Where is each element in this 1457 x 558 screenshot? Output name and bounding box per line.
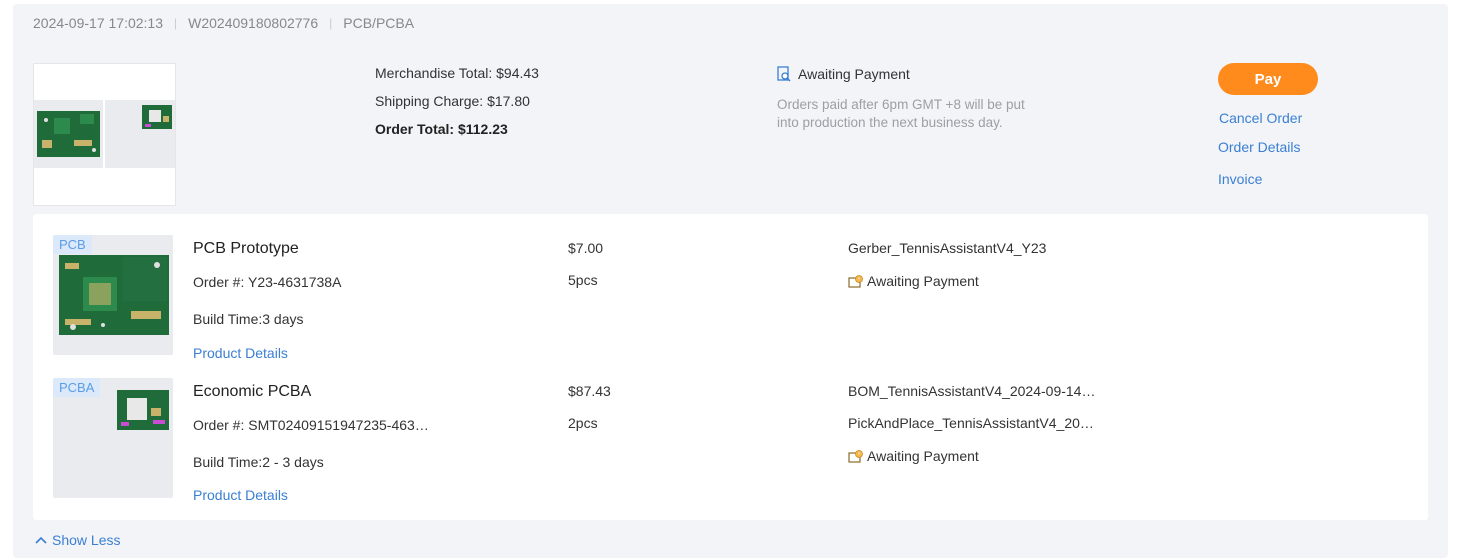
order-status-label: Awaiting Payment <box>798 66 910 82</box>
order-total: Order Total: $112.23 <box>375 121 508 137</box>
order-category: PCB/PCBA <box>343 15 415 31</box>
production-note: Orders paid after 6pm GMT +8 will be put… <box>777 97 1025 130</box>
chevron-up-icon <box>35 536 47 544</box>
item-status: Awaiting Payment <box>848 273 979 289</box>
item-type-tag: PCB <box>53 235 92 254</box>
order-meta: 2024-09-17 17:02:13 | W202409180802776 |… <box>33 15 414 31</box>
order-status-area: Awaiting Payment Orders paid after 6pm G… <box>777 66 1047 132</box>
order-thumbnail[interactable] <box>33 63 176 206</box>
item-price: $87.43 <box>568 383 611 399</box>
item-name: PCB Prototype <box>193 240 299 257</box>
item-order-number: Order #: SMT02409151947235-463… <box>193 417 429 433</box>
item-name: Economic PCBA <box>193 383 312 400</box>
item-file[interactable]: Gerber_TennisAssistantV4_Y23 <box>848 240 1098 256</box>
product-details-link[interactable]: Product Details <box>193 487 288 503</box>
show-less-label: Show Less <box>52 532 121 548</box>
item-file[interactable]: PickAndPlace_TennisAssistantV4_20… <box>848 415 1108 431</box>
meta-separator: | <box>174 16 178 30</box>
item-price: $7.00 <box>568 240 604 256</box>
item-image[interactable]: PCB <box>53 235 173 355</box>
shipping-charge: Shipping Charge: $17.80 <box>375 93 530 109</box>
wallet-clock-icon <box>848 274 863 288</box>
order-card: 2024-09-17 17:02:13 | W202409180802776 |… <box>13 4 1448 558</box>
order-id: W202409180802776 <box>188 15 319 31</box>
product-details-link[interactable]: Product Details <box>193 345 288 361</box>
order-datetime: 2024-09-17 17:02:13 <box>33 15 163 31</box>
document-search-icon <box>777 66 792 82</box>
wallet-clock-icon <box>848 449 863 463</box>
item-quantity: 5pcs <box>568 272 598 288</box>
item-order-number: Order #: Y23-4631738A <box>193 274 342 290</box>
pay-button[interactable]: Pay <box>1218 63 1318 95</box>
item-status-label: Awaiting Payment <box>867 273 979 289</box>
order-status: Awaiting Payment <box>777 66 1047 82</box>
cancel-order-link[interactable]: Cancel Order <box>1219 110 1302 126</box>
pcb-thumbnail-image <box>34 100 103 168</box>
invoice-link[interactable]: Invoice <box>1218 171 1262 187</box>
show-less-toggle[interactable]: Show Less <box>35 532 120 548</box>
pcba-thumbnail-image <box>105 100 175 168</box>
item-build-time: Build Time:3 days <box>193 311 304 327</box>
merchandise-total: Merchandise Total: $94.43 <box>375 65 539 81</box>
item-file[interactable]: BOM_TennisAssistantV4_2024-09-14… <box>848 383 1108 399</box>
item-quantity: 2pcs <box>568 415 598 431</box>
item-status-label: Awaiting Payment <box>867 448 979 464</box>
item-image[interactable]: PCBA <box>53 378 173 498</box>
order-items-panel: PCB PCB Prototype Order #: Y23-4631738A … <box>33 214 1428 520</box>
order-details-link[interactable]: Order Details <box>1218 139 1300 155</box>
meta-separator: | <box>329 16 333 30</box>
item-status: Awaiting Payment <box>848 448 979 464</box>
item-build-time: Build Time:2 - 3 days <box>193 454 324 470</box>
order-totals: Merchandise Total: $94.43 Shipping Charg… <box>375 65 539 149</box>
item-type-tag: PCBA <box>53 378 101 397</box>
